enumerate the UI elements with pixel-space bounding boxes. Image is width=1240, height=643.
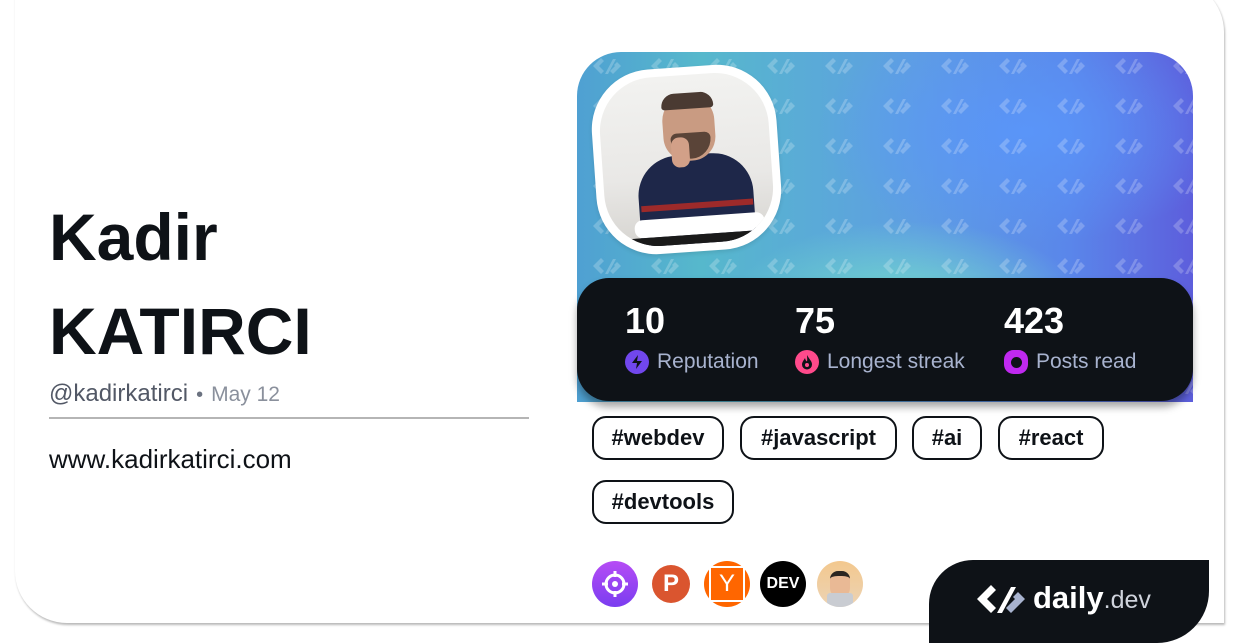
- pattern-logo-mark: [825, 258, 853, 274]
- pattern-logo-mark: [999, 138, 1027, 154]
- pattern-logo-mark: [883, 98, 911, 114]
- pattern-logo-mark: [1173, 218, 1193, 234]
- pattern-logo-mark: [941, 138, 969, 154]
- pattern-logo-mark: [999, 98, 1027, 114]
- pattern-logo-mark: [1173, 58, 1193, 74]
- hackernews-source-icon[interactable]: Y: [704, 561, 750, 607]
- username: @kadirkatirci: [49, 380, 189, 407]
- pattern-logo-mark: [883, 258, 911, 274]
- avatar: [596, 69, 777, 250]
- pattern-logo-mark: [941, 218, 969, 234]
- pattern-logo-mark: [999, 258, 1027, 274]
- lightning-icon: [625, 350, 649, 374]
- website-link[interactable]: www.kadirkatirci.com: [49, 444, 292, 475]
- pattern-logo-mark: [709, 258, 737, 274]
- pattern-logo-mark: [941, 178, 969, 194]
- pattern-logo-mark: [999, 178, 1027, 194]
- stat-label: Reputation: [657, 350, 759, 373]
- pattern-logo-mark: [1173, 258, 1193, 274]
- pattern-logo-mark: [1173, 98, 1193, 114]
- pattern-logo-mark: [1115, 178, 1143, 194]
- devto-source-icon[interactable]: DEV: [760, 561, 806, 607]
- stat-value: 10: [625, 300, 666, 341]
- pattern-logo-mark: [1057, 258, 1085, 274]
- tag-ai[interactable]: #ai: [912, 416, 982, 460]
- pattern-logo-mark: [883, 58, 911, 74]
- pattern-logo-mark: [593, 58, 621, 74]
- pattern-logo-mark: [999, 58, 1027, 74]
- pattern-logo-mark: [593, 258, 621, 274]
- brand-wordmark: daily.dev: [1033, 580, 1151, 615]
- pattern-logo-mark: [825, 138, 853, 154]
- daily-dev-logo-icon: [975, 582, 1027, 623]
- stat-label: Longest streak: [827, 350, 965, 373]
- avatar-frame: [587, 60, 786, 259]
- divider: [49, 417, 529, 419]
- pattern-logo-mark: [1115, 58, 1143, 74]
- pattern-logo-mark: [883, 178, 911, 194]
- pattern-logo-mark: [825, 218, 853, 234]
- tag-devtools[interactable]: #devtools: [592, 480, 734, 524]
- daily-dev-branding: daily.dev: [929, 560, 1209, 643]
- first-name: Kadir: [49, 200, 218, 274]
- pattern-logo-mark: [883, 218, 911, 234]
- pattern-logo-mark: [1115, 98, 1143, 114]
- pattern-logo-mark: [999, 218, 1027, 234]
- pattern-logo-mark: [941, 98, 969, 114]
- producthunt-source-icon[interactable]: P: [652, 565, 690, 603]
- last-name: KATIRCI: [49, 294, 312, 368]
- eye-icon: [1004, 350, 1028, 374]
- stat-value: 75: [795, 300, 836, 341]
- pattern-logo-mark: [1057, 58, 1085, 74]
- pattern-logo-mark: [1057, 178, 1085, 194]
- stat-label: Posts read: [1036, 350, 1137, 373]
- devsquad-source-icon[interactable]: [817, 561, 863, 607]
- tag-javascript[interactable]: #javascript: [740, 416, 897, 460]
- pattern-logo-mark: [825, 98, 853, 114]
- tag-webdev[interactable]: #webdev: [592, 416, 724, 460]
- flame-icon: [795, 350, 819, 374]
- stat-value: 423: [1004, 300, 1065, 341]
- pattern-logo-mark: [825, 58, 853, 74]
- pattern-logo-mark: [883, 138, 911, 154]
- stats-panel: 10 Reputation 75 Longest streak 423 Post…: [577, 278, 1193, 401]
- pattern-logo-mark: [825, 178, 853, 194]
- pattern-logo-mark: [941, 258, 969, 274]
- pattern-logo-mark: [1057, 138, 1085, 154]
- pattern-logo-mark: [1115, 138, 1143, 154]
- pattern-logo-mark: [767, 258, 795, 274]
- pattern-logo-mark: [767, 58, 795, 74]
- pattern-logo-mark: [1057, 218, 1085, 234]
- pattern-logo-mark: [941, 58, 969, 74]
- separator-dot: •: [196, 384, 204, 406]
- pattern-logo-mark: [1057, 98, 1085, 114]
- pattern-logo-mark: [651, 258, 679, 274]
- join-date: May 12: [211, 383, 280, 406]
- pattern-logo-mark: [1115, 218, 1143, 234]
- pattern-logo-mark: [1115, 258, 1143, 274]
- tag-react[interactable]: #react: [998, 416, 1104, 460]
- profile-name: Kadir KATIRCI: [49, 190, 549, 378]
- pattern-logo-mark: [1173, 138, 1193, 154]
- profile-meta: @kadirkatirci • May 12: [49, 380, 280, 408]
- crosshair-source-icon[interactable]: [592, 561, 638, 607]
- pattern-logo-mark: [1173, 178, 1193, 194]
